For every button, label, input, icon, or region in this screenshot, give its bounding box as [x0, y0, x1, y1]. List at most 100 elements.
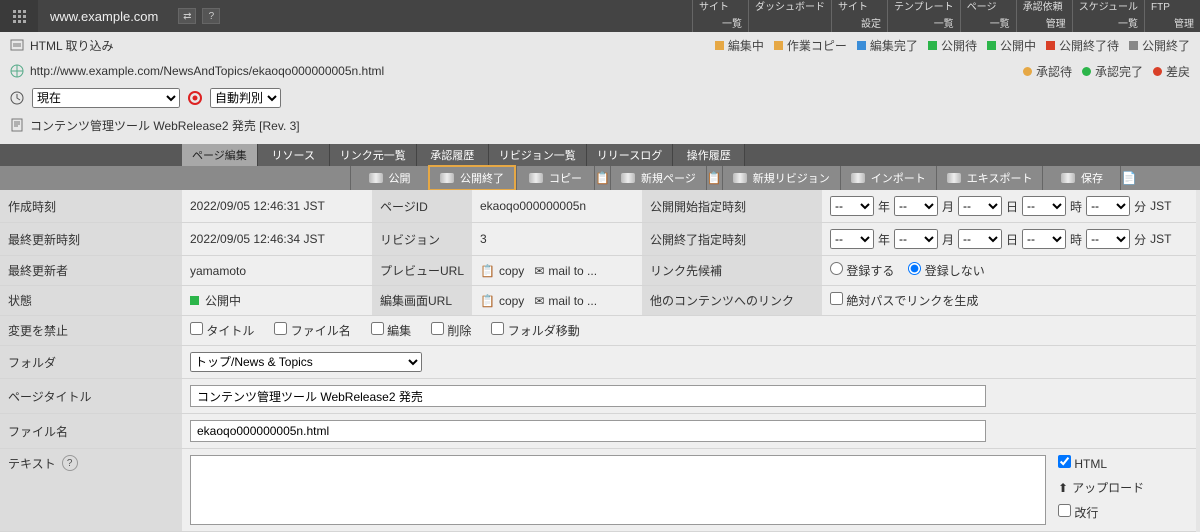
- export-button[interactable]: エキスポート: [936, 166, 1043, 190]
- save-menu-icon[interactable]: 📄: [1120, 166, 1136, 190]
- nav-site-settings[interactable]: サイト設定: [831, 0, 887, 32]
- nav-schedule[interactable]: スケジュール一覧: [1072, 0, 1144, 32]
- preview-mailto-link[interactable]: ✉mail to ...: [534, 264, 597, 278]
- copy-clipboard-icon[interactable]: 📋: [594, 166, 610, 190]
- encoding-select[interactable]: 自動判別: [210, 88, 281, 108]
- pub-start-hour[interactable]: --: [1022, 196, 1066, 216]
- abs-path-checkbox[interactable]: 絶対パスでリンクを生成: [830, 292, 978, 309]
- time-select[interactable]: 現在: [32, 88, 180, 108]
- tab-page-edit[interactable]: ページ編集: [182, 144, 258, 166]
- pill-icon: [369, 173, 383, 183]
- action-toolbar: 公開 公開終了 コピー 📋 新規ページ 📋 新規リビジョン インポート エキスポ…: [0, 166, 1200, 190]
- updated-value: 2022/09/05 12:46:34 JST: [182, 223, 372, 256]
- record-icon[interactable]: [188, 91, 202, 105]
- folder-select[interactable]: トップ/News & Topics: [190, 352, 422, 372]
- pub-start-min[interactable]: --: [1086, 196, 1130, 216]
- tab-approval-history[interactable]: 承認履歴: [417, 144, 489, 166]
- pub-start-day[interactable]: --: [958, 196, 1002, 216]
- updater-value: yamamoto: [182, 256, 372, 286]
- pub-end-year[interactable]: --: [830, 229, 874, 249]
- pill-icon: [529, 173, 543, 183]
- status-endwait-icon: [1046, 41, 1055, 50]
- tab-resource[interactable]: リソース: [258, 144, 330, 166]
- import-row: HTML 取り込み 編集中 作業コピー 編集完了 公開待 公開中 公開終了待 公…: [0, 32, 1200, 58]
- tab-backlinks[interactable]: リンク元一覧: [330, 144, 417, 166]
- clock-icon[interactable]: [10, 91, 24, 105]
- updated-label: 最終更新時刻: [0, 223, 182, 256]
- pill-icon: [733, 173, 747, 183]
- nav-approval[interactable]: 承認依頼管理: [1016, 0, 1072, 32]
- import-label[interactable]: HTML 取り込み: [30, 37, 114, 54]
- help-icon[interactable]: ?: [62, 455, 78, 471]
- approval-done-icon: [1082, 67, 1091, 76]
- new-page-clipboard-icon[interactable]: 📋: [706, 166, 722, 190]
- pub-end-hour[interactable]: --: [1022, 229, 1066, 249]
- edit-copy-link[interactable]: 📋copy: [480, 294, 524, 308]
- edit-url-label: 編集画面URL: [372, 286, 472, 316]
- link-candidate-yes-radio[interactable]: 登録する: [830, 262, 894, 279]
- mail-icon: ✉: [534, 294, 544, 308]
- pill-icon: [621, 173, 635, 183]
- page-url: http://www.example.com/NewsAndTopics/eka…: [30, 64, 384, 78]
- folder-label: フォルダ: [0, 346, 182, 379]
- text-textarea[interactable]: [190, 455, 1046, 525]
- unpublish-button[interactable]: 公開終了: [428, 165, 516, 191]
- linebreak-checkbox[interactable]: 改行: [1058, 504, 1144, 521]
- status-pubwait-icon: [928, 41, 937, 50]
- app-menu-icon[interactable]: [0, 0, 38, 32]
- revision-label: リビジョン: [372, 223, 472, 256]
- pub-start-value: --年 --月 --日 --時 --分 JST: [822, 190, 1196, 223]
- import-button[interactable]: インポート: [840, 166, 936, 190]
- header-btn-1[interactable]: ⇄: [178, 8, 196, 24]
- pub-end-month[interactable]: --: [894, 229, 938, 249]
- revision-value: 3: [472, 223, 642, 256]
- text-label: テキスト ?: [0, 449, 182, 532]
- lock-title[interactable]: タイトル: [190, 322, 254, 339]
- link-candidate-no-radio[interactable]: 登録しない: [908, 262, 984, 279]
- copy-icon: 📋: [480, 264, 495, 278]
- filename-input[interactable]: [190, 420, 986, 442]
- preview-url-label: プレビューURL: [372, 256, 472, 286]
- text-value: HTML ⬆アップロード 改行: [182, 449, 1196, 532]
- preview-copy-link[interactable]: 📋copy: [480, 264, 524, 278]
- page-title-label: ページタイトル: [0, 379, 182, 414]
- folder-value: トップ/News & Topics: [182, 346, 1196, 379]
- filename-label: ファイル名: [0, 414, 182, 449]
- nav-page-list[interactable]: ページ一覧: [960, 0, 1016, 32]
- tab-revisions[interactable]: リビジョン一覧: [489, 144, 587, 166]
- status-published-icon: [987, 41, 996, 50]
- page-id-label: ページID: [372, 190, 472, 223]
- nav-ftp[interactable]: FTP管理: [1144, 0, 1200, 32]
- nav-site-list[interactable]: サイト一覧: [692, 0, 748, 32]
- new-revision-button[interactable]: 新規リビジョン: [722, 166, 840, 190]
- copy-button[interactable]: コピー: [516, 166, 594, 190]
- approval-reject-icon: [1153, 67, 1162, 76]
- save-button[interactable]: 保存: [1042, 166, 1120, 190]
- pub-end-label: 公開終了指定時刻: [642, 223, 822, 256]
- page-title-value: [182, 379, 1196, 414]
- pub-start-month[interactable]: --: [894, 196, 938, 216]
- lock-move[interactable]: フォルダ移動: [491, 322, 579, 339]
- updater-label: 最終更新者: [0, 256, 182, 286]
- edit-mailto-link[interactable]: ✉mail to ...: [534, 294, 597, 308]
- pub-end-day[interactable]: --: [958, 229, 1002, 249]
- nav-template-list[interactable]: テンプレート一覧: [887, 0, 960, 32]
- details-grid: 作成時刻 2022/09/05 12:46:31 JST ページID ekaoq…: [0, 190, 1200, 532]
- pub-end-value: --年 --月 --日 --時 --分 JST: [822, 223, 1196, 256]
- import-icon: [10, 38, 24, 52]
- pub-start-year[interactable]: --: [830, 196, 874, 216]
- tab-operation-log[interactable]: 操作履歴: [673, 144, 745, 166]
- pub-end-min[interactable]: --: [1086, 229, 1130, 249]
- publish-button[interactable]: 公開: [350, 166, 428, 190]
- upload-button[interactable]: ⬆アップロード: [1058, 479, 1144, 496]
- html-checkbox[interactable]: HTML: [1058, 455, 1144, 471]
- lock-filename[interactable]: ファイル名: [274, 322, 350, 339]
- tab-release-log[interactable]: リリースログ: [587, 144, 673, 166]
- new-page-button[interactable]: 新規ページ: [610, 166, 706, 190]
- top-bar: www.example.com ⇄ ? サイト一覧 ダッシュボード サイト設定 …: [0, 0, 1200, 32]
- lock-delete[interactable]: 削除: [431, 322, 471, 339]
- page-title-input[interactable]: [190, 385, 986, 407]
- lock-edit[interactable]: 編集: [371, 322, 411, 339]
- nav-dashboard[interactable]: ダッシュボード: [748, 0, 831, 32]
- header-help-btn[interactable]: ?: [202, 8, 220, 24]
